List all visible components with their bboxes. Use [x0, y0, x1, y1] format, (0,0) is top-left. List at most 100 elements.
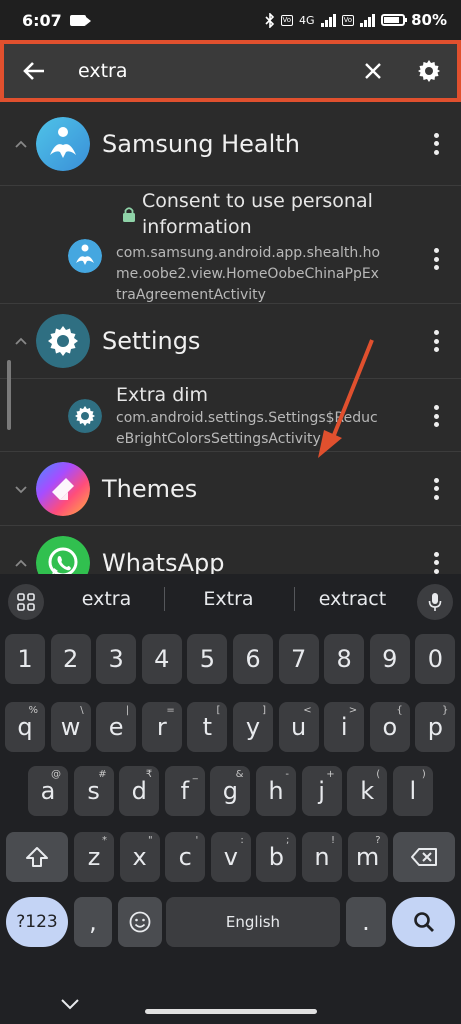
key-e[interactable]: e |	[96, 702, 137, 752]
key-9-label: 9	[382, 645, 398, 673]
key-5[interactable]: 5	[187, 634, 228, 684]
hide-keyboard-icon[interactable]	[60, 998, 80, 1010]
key-4[interactable]: 4	[141, 634, 182, 684]
key-m[interactable]: m?	[347, 832, 388, 882]
network-type: 4G	[299, 13, 315, 27]
key-1[interactable]: 1	[5, 634, 45, 684]
key-z-label: z	[87, 843, 101, 871]
more-options-icon[interactable]	[433, 330, 439, 352]
key-j[interactable]: j +	[301, 766, 342, 816]
key-n[interactable]: n!	[302, 832, 342, 882]
period-key[interactable]: .	[346, 897, 386, 947]
key-8[interactable]: 8	[324, 634, 365, 684]
key-9[interactable]: 9	[369, 634, 410, 684]
key-7[interactable]: 7	[278, 634, 319, 684]
key-h-label: h	[268, 777, 284, 805]
settings-button[interactable]	[401, 44, 457, 98]
key-y[interactable]: y]	[233, 702, 273, 752]
key-2[interactable]: 2	[50, 634, 91, 684]
activity-list[interactable]: Samsung Health Consent to use personal i…	[0, 102, 461, 574]
key-b[interactable]: b;	[256, 832, 297, 882]
key-k[interactable]: k(	[347, 766, 388, 816]
key-z-hint: *	[102, 835, 107, 846]
suggestion-3[interactable]: extract	[300, 588, 405, 610]
key-1-label: 1	[17, 645, 33, 673]
search-key[interactable]	[392, 897, 455, 947]
shift-icon	[26, 847, 48, 867]
activity-item[interactable]: Extra dim com.android.settings.Settings$…	[0, 379, 461, 452]
key-a[interactable]: a @	[28, 766, 68, 816]
chevron-up-icon[interactable]	[14, 137, 28, 151]
back-button[interactable]	[4, 44, 64, 98]
key-6[interactable]: 6	[233, 634, 273, 684]
suggestion-divider	[294, 587, 295, 611]
key-3[interactable]: 3	[96, 634, 137, 684]
key-q[interactable]: q%	[5, 702, 45, 752]
home-gesture-handle[interactable]	[145, 1009, 317, 1014]
chevron-up-icon[interactable]	[14, 334, 28, 348]
space-key[interactable]: English	[166, 897, 340, 947]
group-samsung-health[interactable]: Samsung Health	[0, 102, 461, 186]
key-p[interactable]: p}	[415, 702, 456, 752]
voice-input-button[interactable]	[417, 584, 453, 620]
key-w[interactable]: w \	[50, 702, 91, 752]
arrow-left-icon	[23, 62, 44, 80]
key-u[interactable]: u <	[278, 702, 319, 752]
status-time: 6:07	[22, 10, 62, 30]
more-options-icon[interactable]	[433, 477, 439, 500]
more-options-icon[interactable]	[433, 248, 439, 270]
key-l-hint: )	[421, 769, 426, 780]
key-g[interactable]: g &	[210, 766, 251, 816]
activity-package: com.samsung.android.app.shealth.home.oob…	[116, 245, 381, 303]
key-l[interactable]: l)	[392, 766, 433, 816]
close-icon	[365, 63, 381, 79]
more-options-icon[interactable]	[433, 132, 439, 155]
backspace-key[interactable]	[393, 832, 455, 882]
key-y-hint: ]	[262, 705, 266, 716]
settings-activity-icon	[68, 399, 102, 433]
signal-icon	[320, 13, 336, 27]
more-options-icon[interactable]	[433, 405, 439, 427]
key-r[interactable]: r =	[141, 702, 182, 752]
group-settings[interactable]: Settings	[0, 304, 461, 379]
backspace-icon	[411, 848, 437, 866]
group-whatsapp[interactable]: WhatsApp	[0, 526, 461, 574]
volte-icon: Vo	[280, 14, 294, 26]
key-h-hint: -	[285, 769, 289, 780]
key-h[interactable]: h-	[256, 766, 296, 816]
key-o[interactable]: o{	[369, 702, 410, 752]
key-i[interactable]: i >	[324, 702, 365, 752]
search-input[interactable]	[64, 60, 345, 82]
clear-search-button[interactable]	[345, 44, 401, 98]
chevron-up-icon[interactable]	[14, 556, 28, 570]
symbols-key[interactable]: ?123	[6, 897, 68, 947]
key-s[interactable]: s #	[73, 766, 114, 816]
key-v[interactable]: v:	[210, 832, 251, 882]
emoji-key[interactable]	[118, 897, 162, 947]
key-s-label: s	[87, 777, 100, 805]
scrollbar-thumb[interactable]	[7, 360, 11, 430]
key-0[interactable]: 0	[415, 634, 456, 684]
key-d[interactable]: d ₹	[119, 766, 160, 816]
key-t[interactable]: t[	[187, 702, 228, 752]
signal-icon-2	[360, 13, 376, 27]
whatsapp-app-icon	[36, 535, 90, 574]
suggestion-2[interactable]: Extra	[176, 588, 281, 610]
key-z[interactable]: z *	[74, 832, 114, 882]
shift-key[interactable]	[6, 832, 68, 882]
key-j-label: j	[318, 777, 325, 805]
group-themes[interactable]: Themes	[0, 452, 461, 526]
key-c[interactable]: c '	[165, 832, 206, 882]
more-options-icon[interactable]	[433, 551, 439, 574]
comma-key[interactable]: ,	[74, 897, 112, 947]
keyboard-menu-button[interactable]	[8, 584, 44, 620]
chevron-down-icon[interactable]	[14, 482, 28, 496]
suggestion-1[interactable]: extra	[54, 588, 159, 610]
key-f[interactable]: f _	[164, 766, 205, 816]
activity-item[interactable]: Consent to use personal information com.…	[0, 186, 461, 304]
key-x[interactable]: x "	[119, 832, 160, 882]
key-v-label: v	[223, 843, 238, 871]
screen-record-icon	[69, 14, 91, 26]
key-3-label: 3	[108, 645, 124, 673]
key-q-hint: %	[28, 705, 38, 716]
